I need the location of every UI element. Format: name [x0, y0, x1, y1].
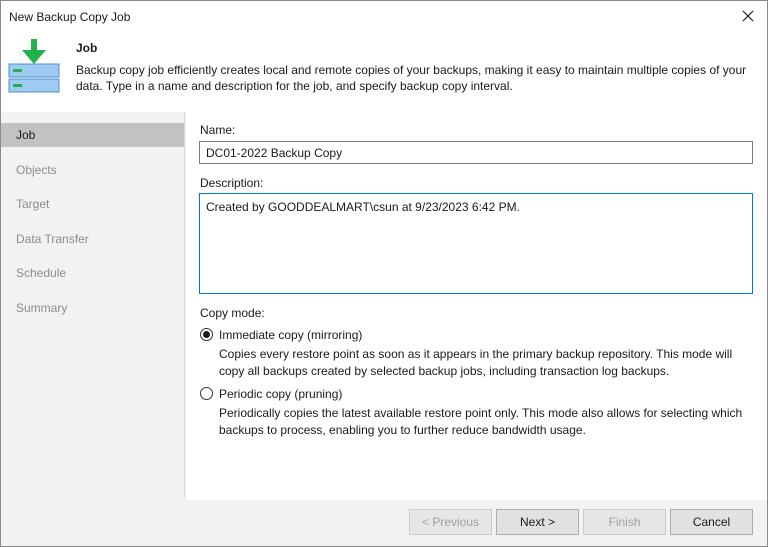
cancel-button[interactable]: Cancel — [670, 509, 753, 535]
sidebar-item-job[interactable]: Job — [1, 123, 184, 147]
immediate-copy-radio[interactable] — [200, 328, 213, 341]
description-label: Description: — [200, 176, 264, 190]
sidebar-item-schedule[interactable]: Schedule — [1, 261, 184, 285]
periodic-copy-label[interactable]: Periodic copy (pruning) — [219, 387, 342, 401]
previous-button[interactable]: < Previous — [409, 509, 492, 535]
description-field[interactable]: Created by GOODDEALMART\csun at 9/23/202… — [199, 193, 753, 294]
wizard-window: New Backup Copy Job Job Backup copy job … — [0, 0, 768, 547]
copy-mode-label: Copy mode: — [200, 306, 265, 320]
window-title: New Backup Copy Job — [9, 10, 131, 24]
sidebar-item-summary[interactable]: Summary — [1, 296, 184, 320]
close-button[interactable] — [735, 4, 761, 28]
immediate-copy-hint: Copies every restore point as soon as it… — [219, 347, 733, 378]
next-button[interactable]: Next > — [496, 509, 579, 535]
wizard-header: Job Backup copy job efficiently creates … — [1, 32, 767, 112]
close-icon — [742, 10, 754, 22]
periodic-copy-hint: Periodically copies the latest available… — [219, 406, 743, 437]
name-label: Name: — [200, 123, 236, 137]
immediate-copy-label[interactable]: Immediate copy (mirroring) — [219, 328, 362, 342]
periodic-copy-radio[interactable] — [200, 387, 213, 400]
sidebar-item-data-transfer[interactable]: Data Transfer — [1, 227, 184, 251]
title-bar: New Backup Copy Job — [1, 1, 767, 32]
wizard-body: Job Objects Target Data Transfer Schedul… — [1, 112, 767, 500]
name-field[interactable]: DC01-2022 Backup Copy — [199, 141, 753, 164]
job-settings-panel: Name: DC01-2022 Backup Copy Description:… — [186, 112, 767, 500]
backup-copy-job-icon — [8, 39, 60, 93]
finish-button[interactable]: Finish — [583, 509, 666, 535]
sidebar-item-target[interactable]: Target — [1, 192, 184, 216]
header-title: Job — [76, 41, 98, 55]
wizard-footer: < Previous Next > Finish Cancel — [1, 500, 767, 546]
sidebar-item-objects[interactable]: Objects — [1, 158, 184, 182]
header-description: Backup copy job efficiently creates loca… — [76, 63, 747, 93]
wizard-steps-sidebar: Job Objects Target Data Transfer Schedul… — [1, 112, 185, 497]
